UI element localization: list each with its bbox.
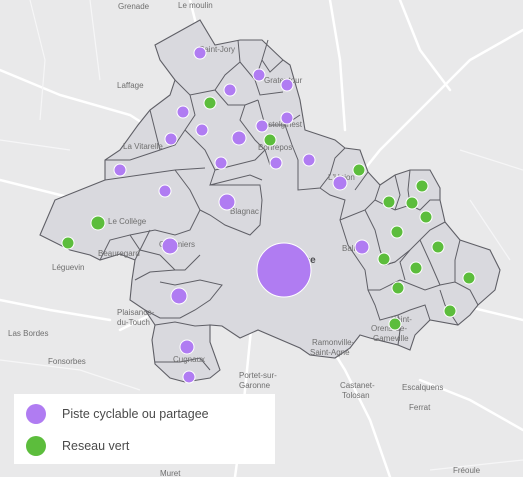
label-gameville: Gameville (373, 334, 409, 343)
green-marker[interactable] (377, 252, 391, 266)
label-plaisance: Plaisance- (117, 308, 155, 317)
green-marker[interactable] (405, 196, 419, 210)
legend-label-bike: Piste cyclable ou partagee (62, 407, 209, 421)
bike-marker[interactable] (280, 78, 294, 92)
green-marker[interactable] (263, 133, 277, 147)
bike-marker[interactable] (256, 242, 312, 298)
bike-marker[interactable] (269, 156, 283, 170)
bike-marker[interactable] (170, 287, 188, 305)
bike-marker[interactable] (354, 239, 370, 255)
label-laffage: Laffage (117, 81, 144, 90)
bike-marker[interactable] (161, 237, 179, 255)
bike-marker[interactable] (195, 123, 209, 137)
label-castanet: Castanet- (340, 381, 375, 390)
label-portet: Portet-sur- (239, 371, 277, 380)
purple-circle-icon (26, 404, 46, 424)
green-marker[interactable] (415, 179, 429, 193)
label-du-touch: du-Touch (117, 318, 150, 327)
label-leguevin: Léguevin (52, 263, 84, 272)
label-ferrat: Ferrat (409, 403, 431, 412)
bike-marker[interactable] (302, 153, 316, 167)
label-grenade: Grenade (118, 2, 150, 11)
label-freoule: Fréoule (453, 466, 481, 475)
bike-marker[interactable] (214, 156, 228, 170)
green-marker[interactable] (382, 195, 396, 209)
label-beauregard: Beauregard (98, 249, 140, 258)
bike-marker[interactable] (193, 46, 207, 60)
green-circle-icon (26, 436, 46, 456)
bike-marker[interactable] (176, 105, 190, 119)
green-marker[interactable] (90, 215, 106, 231)
legend-label-green: Reseau vert (62, 439, 130, 453)
green-marker[interactable] (61, 236, 75, 250)
bike-marker[interactable] (255, 119, 269, 133)
bike-marker[interactable] (218, 193, 236, 211)
label-muret: Muret (160, 469, 181, 477)
label-ramonville: Ramonville- (312, 338, 355, 347)
label-le-moulin: Le moulin (178, 1, 213, 10)
map[interactable]: Grenade Le moulin Laffage Saint-Jory Gra… (0, 0, 523, 477)
label-escalquens: Escalquens (402, 383, 443, 392)
label-fonsorbes: Fonsorbes (48, 357, 86, 366)
bike-marker[interactable] (158, 184, 172, 198)
label-cugnaux: Cugnaux (173, 355, 205, 364)
green-marker[interactable] (203, 96, 217, 110)
legend: Piste cyclable ou partagee Reseau vert (14, 394, 275, 464)
bike-marker[interactable] (252, 68, 266, 82)
green-marker[interactable] (443, 304, 457, 318)
green-marker[interactable] (391, 281, 405, 295)
bike-marker[interactable] (231, 130, 247, 146)
bike-marker[interactable] (280, 111, 294, 125)
metro-outline (39, 19, 501, 383)
bike-marker[interactable] (223, 83, 237, 97)
bike-marker[interactable] (179, 339, 195, 355)
label-tolosan: Tolosan (342, 391, 370, 400)
label-saint-agne: Saint-Agne (310, 348, 350, 357)
label-garonne: Garonne (239, 381, 271, 390)
label-bonrepos: Bonrepos (258, 143, 292, 152)
green-marker[interactable] (390, 225, 404, 239)
green-marker[interactable] (352, 163, 366, 177)
green-marker[interactable] (409, 261, 423, 275)
label-la-vitarelle: La Vitarelle (123, 142, 163, 151)
label-las-bordes: Las Bordes (8, 329, 48, 338)
label-le-college: Le Collège (108, 217, 147, 226)
legend-item-bike[interactable]: Piste cyclable ou partagee (26, 404, 209, 424)
legend-item-green[interactable]: Reseau vert (26, 436, 129, 456)
bike-marker[interactable] (332, 175, 348, 191)
green-marker[interactable] (462, 271, 476, 285)
bike-marker[interactable] (164, 132, 178, 146)
label-blagnac: Blagnac (230, 207, 259, 216)
green-marker[interactable] (431, 240, 445, 254)
green-marker[interactable] (419, 210, 433, 224)
bike-marker[interactable] (182, 370, 196, 384)
green-marker[interactable] (388, 317, 402, 331)
bike-marker[interactable] (113, 163, 127, 177)
